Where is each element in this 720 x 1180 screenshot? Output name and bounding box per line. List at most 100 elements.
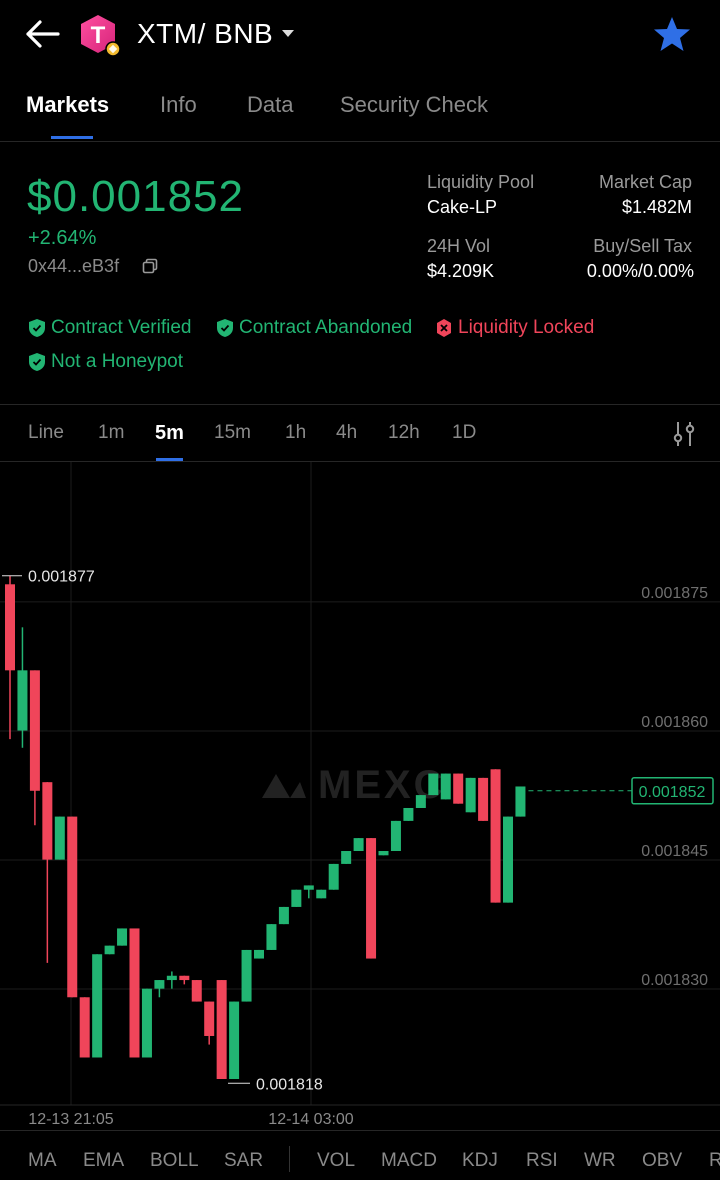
shield-check-icon <box>29 353 45 371</box>
timeframe-4h[interactable]: 4h <box>336 422 357 444</box>
chart-bottom-divider <box>0 1130 720 1131</box>
liquidity-pool-label: Liquidity Pool <box>427 172 535 192</box>
indicator-ema[interactable]: EMA <box>83 1150 124 1172</box>
candle-body <box>17 670 28 731</box>
high-marker-label: 0.001877 <box>28 569 95 586</box>
chart-settings-icon[interactable] <box>672 420 696 448</box>
candlestick-chart[interactable]: 0.001875 0.001860 0.001845 0.001830 MEXC 0.00… <box>0 462 720 1130</box>
shield-x-icon <box>437 319 451 337</box>
candle-body <box>465 777 476 813</box>
tab-info[interactable]: Info <box>160 92 197 118</box>
y-tick-label: 0.001845 <box>641 843 708 860</box>
indicator-wr[interactable]: WR <box>584 1150 616 1172</box>
timeframe-1h[interactable]: 1h <box>285 422 306 444</box>
candle-body <box>229 1001 240 1079</box>
contract-address: 0x44...eB3f <box>28 256 120 276</box>
candle-body <box>378 851 389 856</box>
indicator-ma[interactable]: MA <box>28 1150 57 1172</box>
candle-body <box>453 773 464 804</box>
y-tick-label: 0.001860 <box>641 714 708 731</box>
back-arrow-icon[interactable] <box>22 16 62 52</box>
timeframe-12h[interactable]: 12h <box>388 422 420 444</box>
token-logo: T <box>78 14 121 57</box>
watermark-logo-icon <box>262 774 306 798</box>
candle-body <box>390 820 401 852</box>
candle-body <box>266 924 277 950</box>
indicator-rsi[interactable]: RSI <box>526 1150 558 1172</box>
favorite-star-icon[interactable] <box>652 14 692 54</box>
tax-label: Buy/Sell Tax <box>593 236 692 256</box>
timeframe-line[interactable]: Line <box>28 422 64 444</box>
candle-body <box>29 670 40 791</box>
candle-body <box>67 816 78 998</box>
pair-title[interactable]: XTM/ BNB <box>137 18 273 50</box>
candle-body <box>316 889 327 899</box>
x-tick-label: 12-14 03:00 <box>268 1111 354 1128</box>
tab-security-check[interactable]: Security Check <box>340 92 488 118</box>
volume-value: $4.209K <box>427 261 495 281</box>
candle-body <box>166 975 177 981</box>
candle-body <box>353 838 364 852</box>
candle-body <box>129 928 140 1058</box>
price-change: +2.64% <box>28 227 97 249</box>
tab-data[interactable]: Data <box>247 92 293 118</box>
indicator-sar[interactable]: SAR <box>224 1150 263 1172</box>
candle-body <box>141 988 152 1058</box>
indicator-macd[interactable]: MACD <box>381 1150 437 1172</box>
candle-body <box>291 889 302 907</box>
last-price-label: 0.001852 <box>639 784 706 801</box>
y-tick-label: 0.001830 <box>641 972 708 989</box>
indicator-kdj[interactable]: KDJ <box>462 1150 498 1172</box>
candle-body <box>490 769 501 903</box>
candle-body <box>42 782 53 860</box>
app-header: T XTM/ BNB <box>0 0 720 72</box>
candle-body <box>328 863 339 890</box>
timeframe-1d[interactable]: 1D <box>452 422 476 444</box>
candle-body <box>403 807 414 821</box>
candle-body <box>216 980 227 1079</box>
candle-body <box>503 816 513 903</box>
candle-body <box>278 906 289 925</box>
candle-body <box>366 838 377 959</box>
shield-check-icon <box>217 319 233 337</box>
volume-label: 24H Vol <box>427 236 491 256</box>
candle-body <box>117 928 128 946</box>
current-price: $0.001852 <box>27 172 244 221</box>
candle-body <box>428 773 439 796</box>
tab-active-indicator <box>51 136 93 139</box>
timeframe-5m[interactable]: 5m <box>155 422 184 445</box>
copy-icon[interactable] <box>142 258 158 274</box>
indicator-separator <box>289 1146 290 1172</box>
candle-body <box>341 851 352 864</box>
timeframe-1m[interactable]: 1m <box>98 422 124 444</box>
candle-body <box>478 777 489 821</box>
indicator-boll[interactable]: BOLL <box>150 1150 199 1172</box>
candle-body <box>179 975 190 981</box>
indicator-obv[interactable]: OBV <box>642 1150 682 1172</box>
svg-text:T: T <box>91 22 106 49</box>
x-tick-label: 12-13 21:05 <box>28 1111 114 1128</box>
candle-body <box>303 885 314 890</box>
indicator-vol[interactable]: VOL <box>317 1150 355 1172</box>
candle-body <box>54 816 65 860</box>
token-logo-icon: T <box>81 15 121 57</box>
shield-check-icon <box>29 319 45 337</box>
watermark-text: MEXC <box>318 763 446 807</box>
y-tick-label: 0.001875 <box>641 585 708 602</box>
low-marker-label: 0.001818 <box>256 1076 323 1093</box>
market-cap-value: $1.482M <box>621 197 692 217</box>
tax-value: 0.00%/0.00% <box>586 261 694 281</box>
candle-body <box>254 949 264 959</box>
market-cap-label: Market Cap <box>598 172 692 192</box>
liquidity-pool-value: Cake-LP <box>427 197 498 217</box>
candle-body <box>5 584 15 671</box>
candle-body <box>440 773 451 800</box>
candle-body <box>92 954 103 1058</box>
candle-body <box>79 997 90 1058</box>
candle-body <box>241 949 252 1002</box>
indicator-r[interactable]: R <box>709 1150 720 1172</box>
timeframe-15m[interactable]: 15m <box>214 422 251 444</box>
tab-markets[interactable]: Markets <box>26 92 109 118</box>
pair-dropdown-caret-icon[interactable] <box>282 30 294 37</box>
section-divider <box>0 404 720 405</box>
